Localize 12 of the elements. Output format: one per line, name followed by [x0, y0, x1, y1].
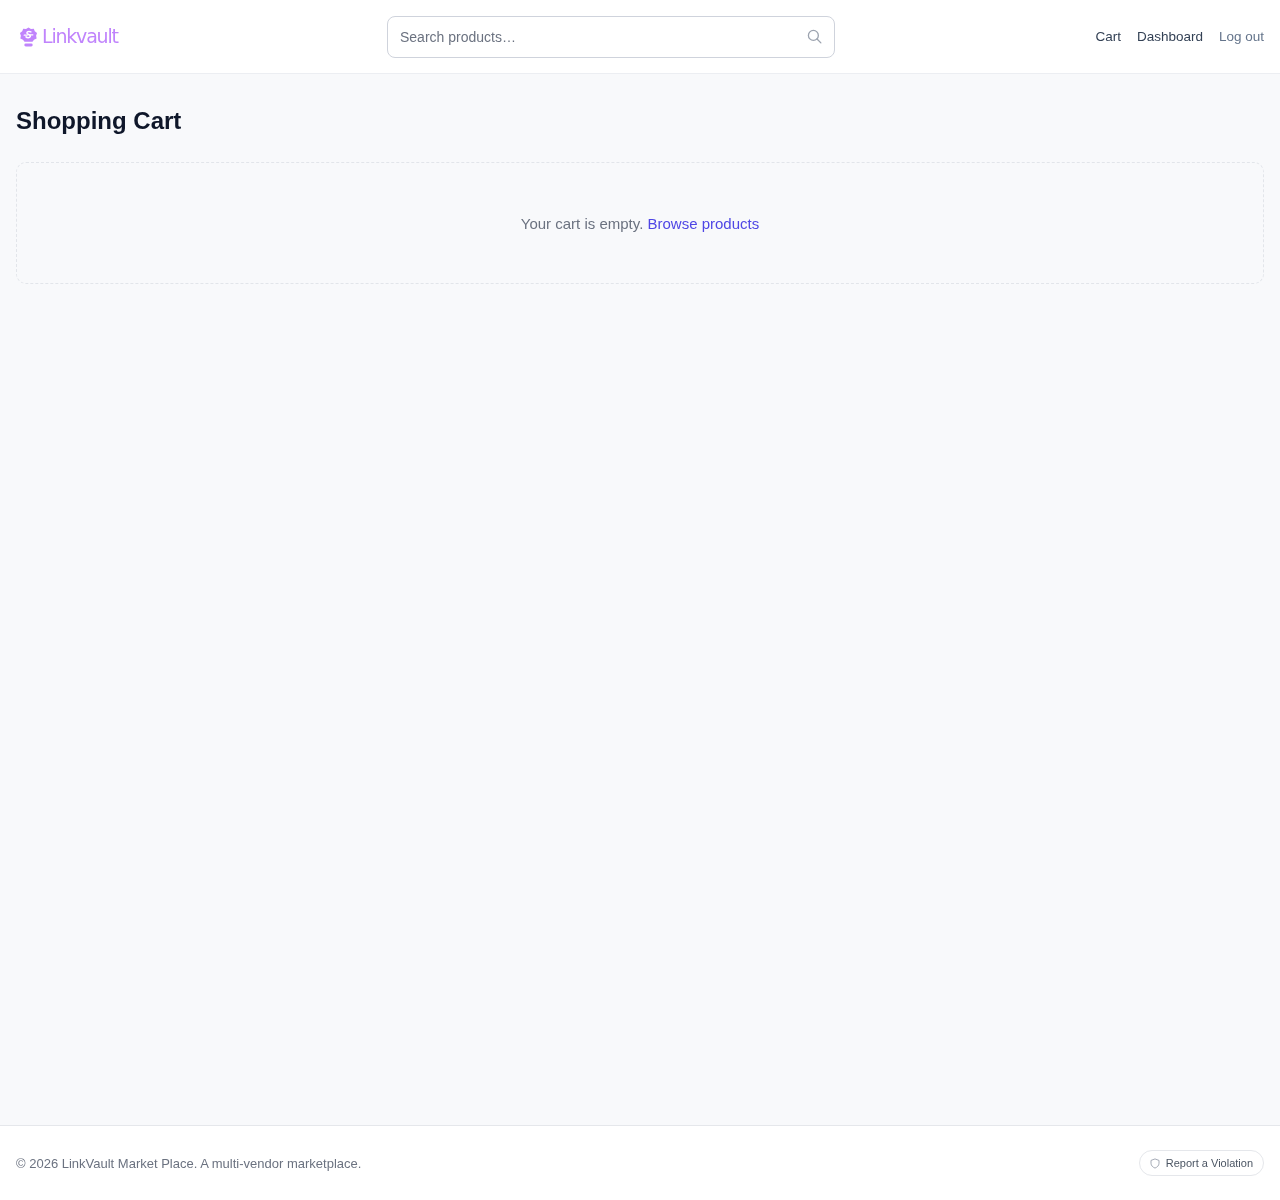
report-violation-button[interactable]: Report a Violation [1138, 1150, 1264, 1176]
nav-link[interactable]: Cart [1095, 29, 1121, 44]
empty-cart-message: Your cart is empty. Browse products [520, 214, 760, 232]
search-icon[interactable] [807, 28, 822, 44]
nav-link[interactable]: Log out [1218, 29, 1264, 44]
copyright-text: © 2026 LinkVault Market Place. A multi-vendor marketplace. [16, 1155, 362, 1171]
search-field[interactable]: Search products… [387, 15, 835, 58]
browse-products-link[interactable]: Browse products [647, 214, 760, 232]
logo-icon [19, 26, 38, 47]
shield-icon [1149, 1157, 1160, 1169]
nav-link[interactable]: Dashboard [1136, 29, 1203, 44]
page-title: Shopping Cart [16, 106, 182, 136]
